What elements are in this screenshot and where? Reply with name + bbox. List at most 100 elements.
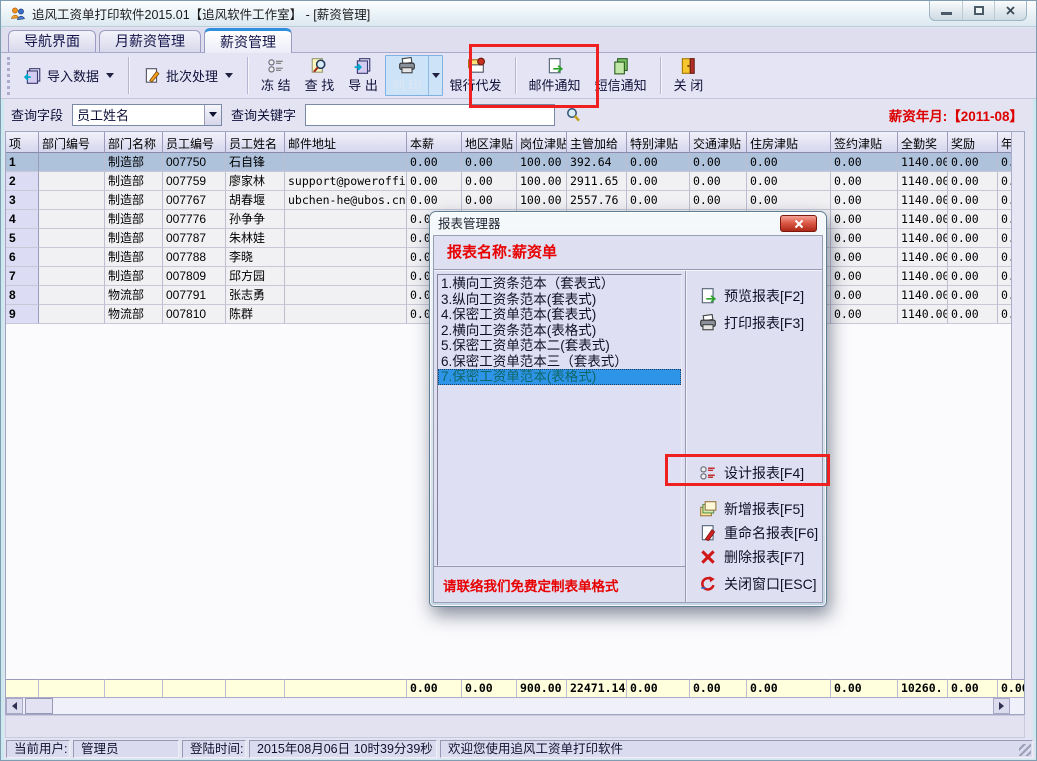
report-template-item[interactable]: 5.保密工资单范本二(套表式): [438, 338, 681, 354]
table-cell[interactable]: 0.00: [690, 153, 747, 172]
report-template-item[interactable]: 7.保密工资单范本(表格式): [438, 369, 681, 385]
table-cell[interactable]: 007759: [163, 172, 226, 191]
table-cell[interactable]: [39, 286, 105, 305]
table-cell[interactable]: 0.00: [948, 286, 998, 305]
table-cell[interactable]: 0.00: [407, 191, 462, 210]
table-cell[interactable]: 0.00: [948, 305, 998, 324]
query-field-select[interactable]: 员工姓名: [72, 104, 222, 126]
table-cell[interactable]: [285, 210, 407, 229]
chevron-down-icon[interactable]: [204, 105, 221, 125]
table-cell[interactable]: ubchen-he@ubos.cn: [285, 191, 407, 210]
table-cell[interactable]: 007750: [163, 153, 226, 172]
table-cell[interactable]: 007787: [163, 229, 226, 248]
table-row[interactable]: 1制造部007750石自锋0.000.00100.00392.640.000.0…: [6, 153, 1024, 172]
table-cell[interactable]: 制造部: [105, 153, 163, 172]
table-cell[interactable]: 孙争争: [226, 210, 285, 229]
table-cell[interactable]: 廖家林: [226, 172, 285, 191]
email-notify-button[interactable]: 邮件通知: [522, 55, 588, 96]
table-cell[interactable]: 1140.00: [898, 286, 948, 305]
table-cell[interactable]: 007809: [163, 267, 226, 286]
bank-pay-button[interactable]: 银行代发: [443, 55, 509, 96]
table-cell[interactable]: [39, 267, 105, 286]
table-cell[interactable]: 0.00: [948, 191, 998, 210]
find-button[interactable]: 查 找: [298, 55, 342, 96]
table-cell[interactable]: 胡春堰: [226, 191, 285, 210]
search-icon[interactable]: [564, 106, 582, 124]
table-cell[interactable]: 1140.00: [898, 305, 948, 324]
table-cell[interactable]: 0.00: [831, 286, 898, 305]
table-cell[interactable]: 朱林娃: [226, 229, 285, 248]
print-report-button[interactable]: 打印报表[F3]: [699, 313, 804, 333]
table-cell[interactable]: 0.00: [831, 172, 898, 191]
table-cell[interactable]: 0.00: [627, 153, 690, 172]
table-cell[interactable]: [285, 248, 407, 267]
table-cell[interactable]: 0.00: [462, 172, 517, 191]
report-template-item[interactable]: 2.横向工资条范本(表格式): [438, 323, 681, 339]
preview-report-button[interactable]: 预览报表[F2]: [699, 286, 804, 306]
table-cell[interactable]: 5: [6, 229, 39, 248]
scroll-left-arrow[interactable]: [6, 698, 23, 714]
table-cell[interactable]: 2557.76: [567, 191, 627, 210]
table-cell[interactable]: 李晓: [226, 248, 285, 267]
scroll-right-arrow[interactable]: [993, 698, 1010, 714]
table-cell[interactable]: support@poweroffice: [285, 172, 407, 191]
table-cell[interactable]: 007767: [163, 191, 226, 210]
close-window-button[interactable]: 关闭窗口[ESC]: [699, 574, 817, 594]
table-cell[interactable]: 0.00: [747, 191, 831, 210]
table-cell[interactable]: [39, 153, 105, 172]
close-button[interactable]: 关 闭: [667, 55, 711, 96]
table-cell[interactable]: 制造部: [105, 210, 163, 229]
table-cell[interactable]: 0.00: [831, 210, 898, 229]
new-report-button[interactable]: 新增报表[F5]: [699, 499, 804, 519]
table-cell[interactable]: 1: [6, 153, 39, 172]
table-cell[interactable]: 007788: [163, 248, 226, 267]
table-cell[interactable]: 0.00: [690, 172, 747, 191]
table-cell[interactable]: [285, 153, 407, 172]
vertical-scrollbar[interactable]: [1011, 132, 1024, 679]
table-cell[interactable]: 4: [6, 210, 39, 229]
table-cell[interactable]: 0.00: [948, 267, 998, 286]
table-cell[interactable]: 2: [6, 172, 39, 191]
table-cell[interactable]: 制造部: [105, 248, 163, 267]
delete-report-button[interactable]: 删除报表[F7]: [699, 547, 804, 567]
tab-monthly-salary[interactable]: 月薪资管理: [99, 30, 201, 52]
table-cell[interactable]: 392.64: [567, 153, 627, 172]
table-cell[interactable]: 0.00: [462, 191, 517, 210]
table-cell[interactable]: 制造部: [105, 267, 163, 286]
report-template-item[interactable]: 1.横向工资条范本（套表式）: [438, 276, 681, 292]
table-row[interactable]: 3制造部007767胡春堰ubchen-he@ubos.cn0.000.0010…: [6, 191, 1024, 210]
table-row[interactable]: 2制造部007759廖家林support@poweroffice0.000.00…: [6, 172, 1024, 191]
table-cell[interactable]: 制造部: [105, 191, 163, 210]
print-button[interactable]: 列 印: [386, 56, 428, 95]
tab-salary[interactable]: 薪资管理: [204, 28, 292, 53]
table-cell[interactable]: 0.00: [948, 153, 998, 172]
table-cell[interactable]: 100.00: [517, 191, 567, 210]
maximize-button[interactable]: [962, 1, 994, 20]
report-template-item[interactable]: 6.保密工资单范本三（套表式）: [438, 354, 681, 370]
design-report-button[interactable]: 设计报表[F4]: [699, 463, 804, 483]
table-cell[interactable]: 1140.00: [898, 229, 948, 248]
dialog-close-button[interactable]: [780, 215, 817, 232]
table-cell[interactable]: [39, 305, 105, 324]
batch-process-button[interactable]: 批次处理: [135, 62, 241, 89]
table-cell[interactable]: 1140.00: [898, 267, 948, 286]
table-cell[interactable]: 3: [6, 191, 39, 210]
table-cell[interactable]: 陈群: [226, 305, 285, 324]
table-cell[interactable]: 100.00: [517, 172, 567, 191]
table-cell[interactable]: 0.00: [627, 191, 690, 210]
table-cell[interactable]: 0.00: [747, 172, 831, 191]
table-cell[interactable]: 0.00: [690, 191, 747, 210]
table-cell[interactable]: 0.00: [831, 305, 898, 324]
table-cell[interactable]: 007776: [163, 210, 226, 229]
table-cell[interactable]: [39, 191, 105, 210]
table-cell[interactable]: 100.00: [517, 153, 567, 172]
table-cell[interactable]: 0.00: [407, 153, 462, 172]
table-cell[interactable]: 邱方园: [226, 267, 285, 286]
query-keyword-input[interactable]: [305, 104, 555, 126]
table-cell[interactable]: 1140.00: [898, 172, 948, 191]
table-cell[interactable]: 007810: [163, 305, 226, 324]
rename-report-button[interactable]: 重命名报表[F6]: [699, 523, 818, 543]
table-cell[interactable]: 张志勇: [226, 286, 285, 305]
table-cell[interactable]: 0.00: [831, 248, 898, 267]
table-cell[interactable]: [285, 267, 407, 286]
